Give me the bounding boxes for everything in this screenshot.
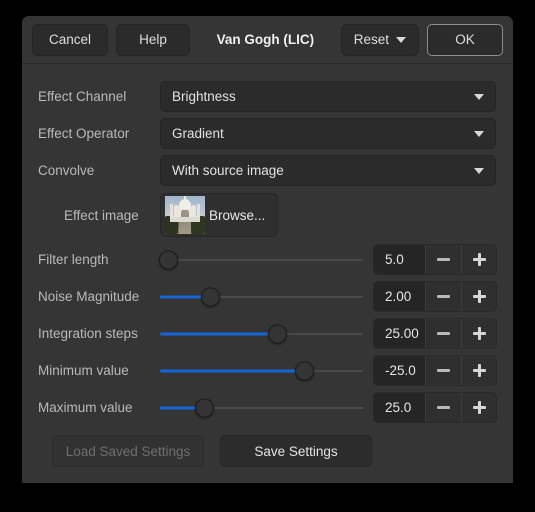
thumbnail-central-arch [181, 209, 189, 217]
slider-handle[interactable] [294, 361, 314, 380]
minus-icon [437, 369, 450, 372]
effect-operator-label: Effect Operator [38, 126, 130, 141]
integration-steps-label: Integration steps [38, 326, 138, 341]
dialog-header: Cancel Help Van Gogh (LIC) Reset OK [22, 16, 513, 64]
minimum-value-label: Minimum value [38, 363, 129, 378]
chevron-down-icon [474, 167, 484, 174]
help-button[interactable]: Help [116, 23, 191, 56]
dialog-title: Van Gogh (LIC) [216, 32, 315, 47]
noise-magnitude-increment-button[interactable] [461, 282, 496, 311]
filter-length-label: Filter length [38, 252, 109, 267]
minimum-value-value[interactable]: -25.0 [374, 356, 426, 385]
browse-button-label: Browse... [209, 207, 266, 223]
filter-length-value[interactable]: 5.0 [374, 245, 426, 274]
dialog-footer: Load Saved Settings Save Settings [38, 426, 497, 467]
integration-steps-spinbox[interactable]: 25.00 [373, 318, 497, 349]
effect-image-label: Effect image [64, 207, 139, 223]
cancel-button[interactable]: Cancel [32, 23, 109, 56]
minus-icon [437, 295, 450, 298]
chevron-down-icon [474, 130, 484, 137]
noise-magnitude-slider[interactable] [160, 281, 363, 312]
thumbnail-finial [184, 196, 186, 200]
taj-mahal-thumbnail [165, 196, 205, 234]
slider-handle[interactable] [195, 398, 215, 417]
effect-channel-select[interactable]: Brightness [160, 81, 496, 112]
plus-icon [472, 364, 486, 377]
maximum-value-slider[interactable] [160, 392, 363, 423]
noise-magnitude-spinbox[interactable]: 2.00 [373, 281, 497, 312]
plus-icon [472, 290, 486, 303]
filter-length-spinbox[interactable]: 5.0 [373, 244, 497, 275]
effect-image-row: Effect image Browse... [38, 189, 497, 241]
maximum-value-row: Maximum value 25.0 [38, 389, 497, 426]
effect-channel-value: Brightness [172, 89, 236, 104]
ok-button-label: OK [455, 32, 475, 47]
plus-icon [472, 253, 486, 266]
integration-steps-slider[interactable] [160, 318, 363, 349]
effect-channel-label: Effect Channel [38, 89, 127, 104]
help-button-label: Help [139, 32, 167, 47]
integration-steps-value[interactable]: 25.00 [374, 319, 426, 348]
van-gogh-lic-dialog: Cancel Help Van Gogh (LIC) Reset OK Effe… [22, 16, 513, 483]
minimum-value-row: Minimum value -25.0 [38, 352, 497, 389]
integration-steps-decrement-button[interactable] [426, 319, 461, 348]
slider-track [160, 258, 363, 261]
reset-dropdown-button[interactable]: Reset [340, 23, 419, 56]
effect-channel-row: Effect Channel Brightness [38, 78, 497, 115]
browse-image-button[interactable]: Browse... [160, 193, 279, 237]
minimum-value-slider[interactable] [160, 355, 363, 386]
save-settings-label: Save Settings [254, 443, 338, 459]
convolve-label: Convolve [38, 163, 95, 178]
dialog-body: Effect Channel Brightness Effect Operato… [22, 64, 513, 483]
noise-magnitude-value[interactable]: 2.00 [374, 282, 426, 311]
thumbnail-minaret-left [170, 204, 173, 218]
slider-fill [160, 369, 305, 372]
reset-button-label: Reset [353, 32, 389, 47]
plus-icon [472, 401, 486, 414]
noise-magnitude-decrement-button[interactable] [426, 282, 461, 311]
load-saved-settings-label: Load Saved Settings [65, 443, 191, 459]
slider-handle[interactable] [201, 287, 221, 306]
noise-magnitude-row: Noise Magnitude 2.00 [38, 278, 497, 315]
filter-length-increment-button[interactable] [461, 245, 496, 274]
slider-fill [160, 332, 278, 335]
slider-handle[interactable] [268, 324, 288, 343]
integration-steps-row: Integration steps 25.00 [38, 315, 497, 352]
effect-operator-row: Effect Operator Gradient [38, 115, 497, 152]
integration-steps-increment-button[interactable] [461, 319, 496, 348]
effect-operator-select[interactable]: Gradient [160, 118, 496, 149]
chevron-down-icon [396, 36, 406, 43]
minus-icon [437, 258, 450, 261]
convolve-row: Convolve With source image [38, 152, 497, 189]
maximum-value-value[interactable]: 25.0 [374, 393, 426, 422]
minus-icon [437, 406, 450, 409]
slider-handle[interactable] [158, 250, 178, 269]
minus-icon [437, 332, 450, 335]
convolve-value: With source image [172, 163, 284, 178]
ok-button[interactable]: OK [427, 23, 503, 56]
maximum-value-label: Maximum value [38, 400, 133, 415]
convolve-select[interactable]: With source image [160, 155, 496, 186]
filter-length-decrement-button[interactable] [426, 245, 461, 274]
filter-length-row: Filter length 5.0 [38, 241, 497, 278]
maximum-value-spinbox[interactable]: 25.0 [373, 392, 497, 423]
thumbnail-walkway [179, 220, 191, 234]
noise-magnitude-label: Noise Magnitude [38, 289, 140, 304]
thumbnail-minaret-right [197, 204, 200, 218]
minimum-value-spinbox[interactable]: -25.0 [373, 355, 497, 386]
load-saved-settings-button[interactable]: Load Saved Settings [52, 435, 204, 467]
minimum-value-decrement-button[interactable] [426, 356, 461, 385]
effect-operator-value: Gradient [172, 126, 224, 141]
save-settings-button[interactable]: Save Settings [220, 435, 372, 467]
maximum-value-decrement-button[interactable] [426, 393, 461, 422]
chevron-down-icon [474, 93, 484, 100]
thumbnail-side-dome-right [191, 205, 196, 209]
plus-icon [472, 327, 486, 340]
minimum-value-increment-button[interactable] [461, 356, 496, 385]
thumbnail-main-dome [179, 199, 191, 210]
cancel-button-label: Cancel [49, 32, 92, 47]
filter-length-slider[interactable] [158, 244, 363, 275]
maximum-value-increment-button[interactable] [461, 393, 496, 422]
